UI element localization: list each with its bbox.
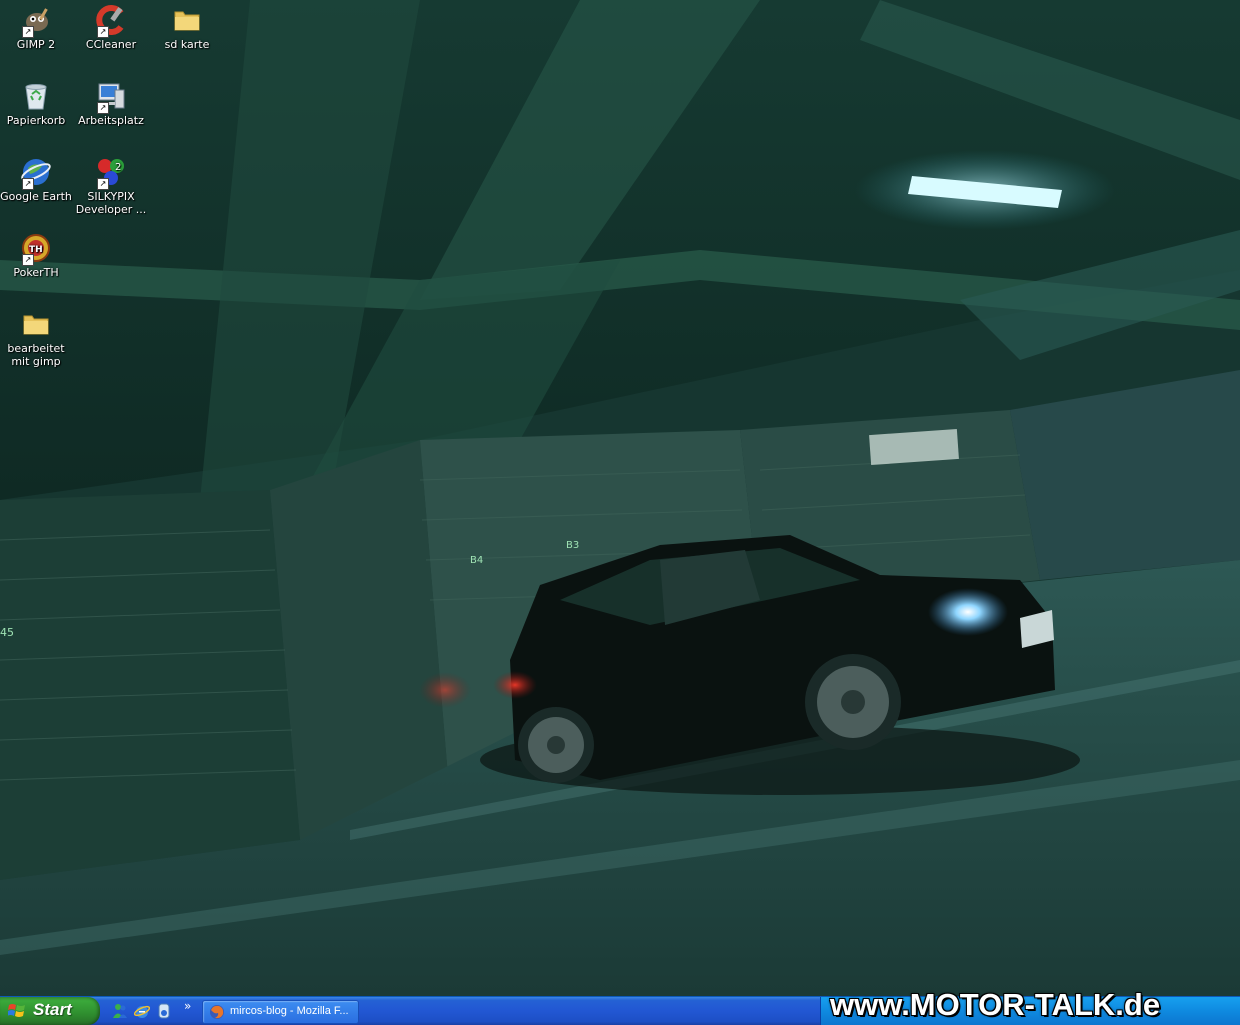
desktop-wallpaper: B4 B3 45 xyxy=(0,0,1240,996)
quicklaunch-overflow-button[interactable]: » xyxy=(184,999,191,1013)
svg-text:2: 2 xyxy=(115,162,121,173)
shortcut-arrow-icon: ↗ xyxy=(97,102,109,114)
desktop-icon-label: CCleaner xyxy=(85,38,137,51)
taskbar-button-firefox[interactable]: mircos-blog - Mozilla F... xyxy=(202,1000,359,1024)
desktop-icon-label: sd karte xyxy=(164,38,210,51)
desktop-icon-gimp[interactable]: ↗ GIMP 2 xyxy=(0,4,74,51)
desktop-icon-label: GIMP 2 xyxy=(16,38,56,51)
desktop-icon-label: Papierkorb xyxy=(6,114,66,127)
start-button[interactable]: Start xyxy=(0,997,100,1025)
start-label: Start xyxy=(33,1000,72,1019)
taskbar-button-label: mircos-blog - Mozilla F... xyxy=(230,1005,349,1017)
shortcut-arrow-icon: ↗ xyxy=(97,26,109,38)
ie-icon[interactable] xyxy=(134,1003,150,1019)
messenger-icon[interactable] xyxy=(112,1003,128,1019)
desktop-icon-sd-karte[interactable]: sd karte xyxy=(149,4,225,51)
folder-icon xyxy=(23,315,49,335)
desktop-icon-bearbeitet-mit-gimp[interactable]: bearbeitet mit gimp xyxy=(0,308,74,368)
shortcut-arrow-icon: ↗ xyxy=(22,26,34,38)
firefox-icon xyxy=(210,1005,224,1019)
windows-logo-icon xyxy=(8,1004,25,1017)
desktop-icon-label: bearbeitet mit gimp xyxy=(7,342,65,368)
desktop-icon-google-earth[interactable]: ↗ Google Earth xyxy=(0,156,74,203)
sign-b3: B3 xyxy=(566,540,579,551)
desktop-icon-silkypix[interactable]: 2 ↗ SILKYPIX Developer ... xyxy=(73,156,149,216)
sign-45: 45 xyxy=(0,626,14,639)
desktop-icon-label: SILKYPIX Developer ... xyxy=(75,190,147,216)
sign-b4: B4 xyxy=(470,555,483,566)
shortcut-arrow-icon: ↗ xyxy=(22,254,34,266)
desktop-icon-pokerth[interactable]: TH ↗ PokerTH xyxy=(0,232,74,279)
desktop-icon-papierkorb[interactable]: Papierkorb xyxy=(0,80,74,127)
recycle-bin-icon xyxy=(25,84,47,110)
desktop-icon-label: Google Earth xyxy=(0,190,72,203)
desktop-icon-label: PokerTH xyxy=(13,266,59,279)
shortcut-arrow-icon: ↗ xyxy=(22,178,34,190)
desktop-icon-arbeitsplatz[interactable]: ↗ Arbeitsplatz xyxy=(73,80,149,127)
desktop-icon-ccleaner[interactable]: ↗ CCleaner xyxy=(73,4,149,51)
media-player-icon[interactable] xyxy=(156,1003,172,1019)
desktop-icon-label: Arbeitsplatz xyxy=(78,114,144,127)
watermark: www.MOTOR-TALK.de xyxy=(830,987,1161,1022)
shortcut-arrow-icon: ↗ xyxy=(97,178,109,190)
folder-icon xyxy=(174,11,200,31)
